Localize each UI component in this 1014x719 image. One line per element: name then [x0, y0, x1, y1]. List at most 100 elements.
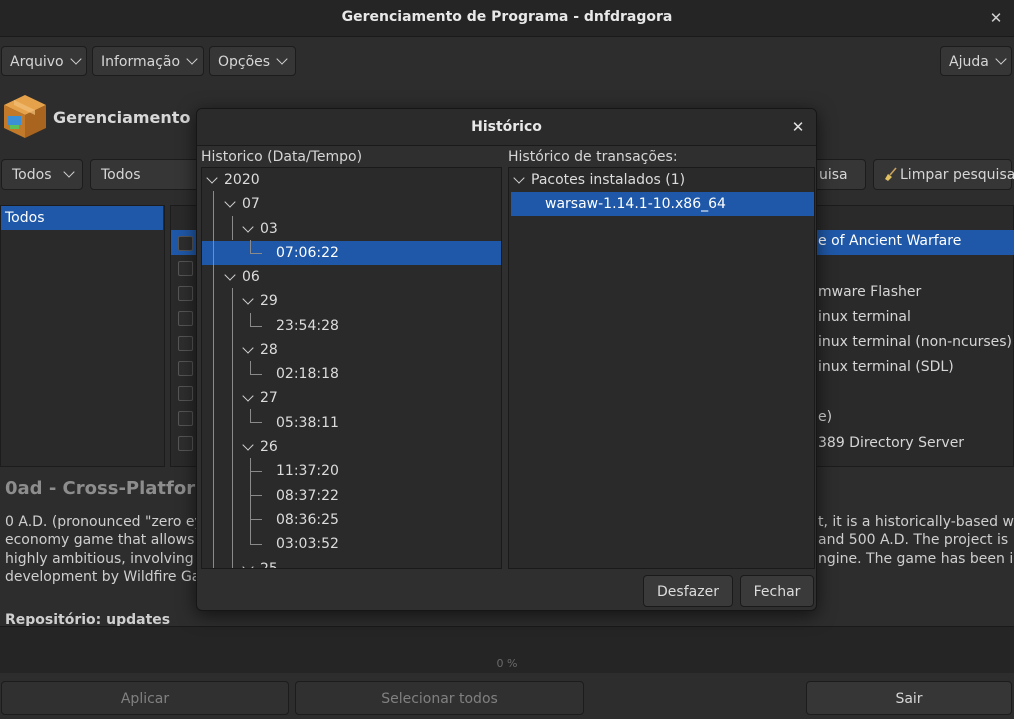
view-filter-label: Todos: [101, 167, 141, 183]
description-line: t, it is a historically-based war/: [818, 514, 1014, 530]
expander-open-icon: [242, 293, 254, 305]
tree-guide-line: [250, 409, 251, 422]
package-checkbox[interactable]: [178, 436, 193, 451]
tree-node-time[interactable]: 02:18:18: [276, 362, 339, 386]
tree-node-label: 27: [260, 390, 278, 406]
tree-node-time[interactable]: 08:37:22: [276, 484, 339, 508]
category-item-selected[interactable]: Todos: [1, 206, 163, 230]
menu-ajuda-label: Ajuda: [949, 54, 989, 70]
dialog-title: Histórico: [471, 119, 542, 135]
menu-opcoes[interactable]: Opções: [209, 46, 296, 76]
package-summary: e): [818, 409, 833, 425]
chevron-down-icon: [63, 166, 76, 178]
broom-icon: [885, 167, 897, 181]
transactions-tree[interactable]: Pacotes instalados (1) warsaw-1.14.1-10.…: [508, 167, 815, 569]
close-window-button[interactable]: ✕: [984, 6, 1008, 30]
expander-open-icon: [224, 269, 236, 281]
expander-open-icon: [242, 221, 254, 233]
chevron-down-icon: [276, 53, 288, 65]
history-tree[interactable]: 2020 07 03 07:06:22 06 29 23:54:28 28 02…: [201, 167, 502, 569]
tree-node-label: 03: [260, 221, 278, 237]
package-checkbox[interactable]: [178, 411, 193, 426]
transactions-label: Histórico de transações:: [508, 149, 678, 165]
description-line: and 500 A.D. The project is: [818, 532, 1009, 548]
tree-node-time[interactable]: 11:37:20: [276, 459, 339, 483]
category-list[interactable]: [0, 205, 165, 467]
window-title: Gerenciamento de Programa - dnfdragora: [341, 9, 673, 25]
expander-open-icon: [242, 561, 254, 568]
tree-node-label: 25: [260, 561, 278, 569]
expander-open-icon: [224, 196, 236, 208]
tree-guide-line: [250, 374, 262, 375]
menu-opcoes-label: Opções: [218, 54, 271, 70]
tree-guide-line: [250, 240, 251, 253]
clear-search-label: Limpar pesquisa: [900, 167, 1014, 183]
tree-guide-line: [250, 519, 262, 520]
package-checkbox[interactable]: [178, 311, 193, 326]
search-button-label: uisa: [819, 167, 848, 183]
transaction-package[interactable]: warsaw-1.14.1-10.x86_64: [545, 192, 726, 216]
tree-guide-line: [250, 544, 262, 545]
package-checkbox[interactable]: [178, 386, 193, 401]
expander-open-icon: [513, 172, 525, 184]
undo-button[interactable]: Desfazer: [643, 575, 733, 607]
progress-text: 0 %: [496, 657, 518, 670]
menu-informacao[interactable]: Informação: [92, 46, 204, 76]
tree-guide-line: [250, 253, 262, 254]
apply-button[interactable]: Aplicar: [1, 681, 289, 715]
tree-node-label: 2020: [224, 172, 260, 188]
expander-open-icon: [206, 172, 218, 184]
quit-button[interactable]: Sair: [806, 681, 1012, 715]
tree-node-label: 29: [260, 293, 278, 309]
clear-search-button[interactable]: Limpar pesquisa: [873, 159, 1014, 190]
view-filter-select[interactable]: Todos: [90, 159, 210, 190]
tree-guide-line: [250, 326, 262, 327]
tree-node-time[interactable]: 08:36:25: [276, 508, 339, 532]
package-box-icon: [4, 95, 46, 138]
history-tree-label: Historico (Data/Tempo): [201, 149, 363, 165]
package-summary: inux terminal (non-ncurses): [818, 334, 1012, 350]
expander-open-icon: [242, 390, 254, 402]
package-checkbox[interactable]: [178, 236, 193, 251]
package-summary: 389 Directory Server: [818, 435, 965, 451]
transaction-group-label: Pacotes instalados (1): [531, 172, 686, 188]
package-summary: e of Ancient Warfare: [818, 233, 962, 249]
tree-row-selected[interactable]: [202, 241, 501, 265]
tree-guide-line: [213, 191, 214, 568]
menu-informacao-label: Informação: [101, 54, 181, 70]
dialog-close-button[interactable]: ✕: [786, 115, 810, 139]
package-summary: inux terminal: [818, 309, 911, 325]
tree-node-label: 07: [242, 196, 260, 212]
tree-node-time[interactable]: 03:03:52: [276, 532, 339, 556]
tree-node-label: 28: [260, 342, 278, 358]
package-checkbox[interactable]: [178, 261, 193, 276]
package-checkbox[interactable]: [178, 286, 193, 301]
tree-guide-line: [250, 313, 251, 326]
tree-guide-line: [250, 471, 262, 472]
tree-guide-line: [232, 216, 233, 240]
chevron-down-icon: [69, 53, 82, 65]
tree-node-label: 06: [242, 269, 260, 285]
group-filter-select[interactable]: Todos: [1, 159, 83, 190]
tree-guide-line: [232, 288, 233, 568]
menu-arquivo[interactable]: Arquivo: [1, 46, 87, 76]
description-title: 0ad - Cross-Platform: [5, 478, 214, 499]
select-all-button[interactable]: Selecionar todos: [295, 681, 584, 715]
expander-open-icon: [242, 342, 254, 354]
tree-guide-line: [250, 422, 262, 423]
tree-node-time[interactable]: 05:38:11: [276, 411, 339, 435]
menu-arquivo-label: Arquivo: [10, 54, 64, 70]
tree-node-time[interactable]: 07:06:22: [276, 241, 339, 265]
package-summary: inux terminal (SDL): [818, 359, 954, 375]
tree-node-time[interactable]: 23:54:28: [276, 314, 339, 338]
description-line: ngine. The game has been in: [818, 551, 1014, 567]
close-dialog-button[interactable]: Fechar: [740, 575, 814, 607]
group-filter-label: Todos: [12, 167, 52, 183]
package-checkbox[interactable]: [178, 361, 193, 376]
package-checkbox[interactable]: [178, 336, 193, 351]
menu-ajuda[interactable]: Ajuda: [940, 46, 1012, 76]
chevron-down-icon: [186, 53, 198, 65]
expander-open-icon: [242, 439, 254, 451]
tree-guide-line: [250, 495, 262, 496]
package-summary: mware Flasher: [818, 284, 922, 300]
